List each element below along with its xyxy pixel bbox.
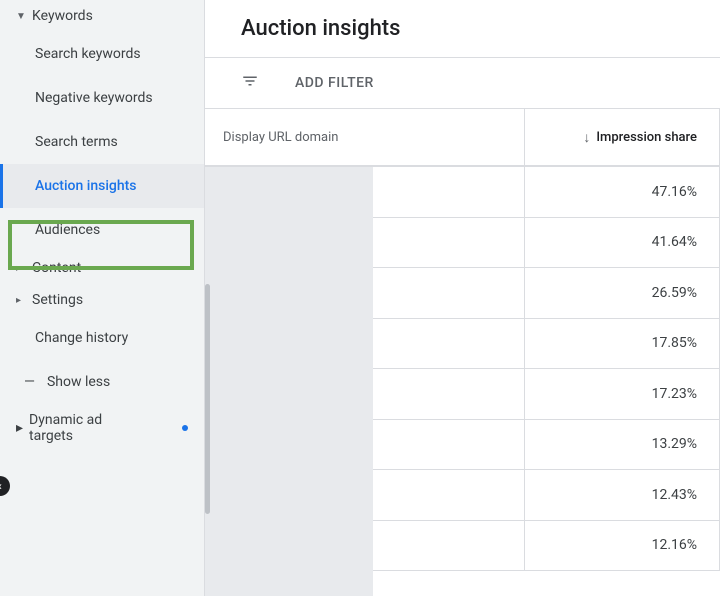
sidebar-item-label: Audiences — [35, 222, 100, 238]
sidebar-item-negative-keywords[interactable]: Negative keywords — [0, 76, 204, 120]
filter-bar: ADD FILTER — [205, 57, 720, 108]
sidebar-item-label: Search keywords — [35, 46, 141, 62]
caret-down-icon: ▼ — [16, 11, 26, 22]
sidebar-show-less-label: Show less — [47, 374, 110, 390]
caret-right-icon: ▸ — [16, 263, 26, 274]
sidebar-group-content[interactable]: ▸ Content — [0, 252, 204, 284]
redacted-domain-block — [205, 167, 373, 596]
page-title: Auction insights — [205, 0, 720, 57]
cell-impression-share: 17.23% — [525, 369, 720, 419]
sidebar: ▼ Keywords Search keywords Negative keyw… — [0, 0, 205, 596]
sidebar-item-label: Change history — [35, 330, 128, 346]
notification-dot-icon — [182, 425, 188, 431]
sidebar-item-search-keywords[interactable]: Search keywords — [0, 32, 204, 76]
chevron-left-icon: ‹ — [0, 479, 2, 493]
cell-impression-share: 12.16% — [525, 521, 720, 571]
filter-icon[interactable] — [241, 72, 259, 94]
table-header: Display URL domain ↓ Impression share — [205, 109, 720, 167]
caret-right-icon: ▸ — [16, 420, 23, 436]
sidebar-group-label: Dynamic ad targets — [29, 412, 139, 444]
sidebar-item-auction-insights[interactable]: Auction insights — [0, 164, 204, 208]
cell-impression-share: 13.29% — [525, 420, 720, 470]
sidebar-group-dynamic-ad-targets[interactable]: ▸ Dynamic ad targets — [0, 404, 204, 452]
sidebar-item-label: Search terms — [35, 134, 118, 150]
sidebar-group-label: Keywords — [32, 8, 93, 24]
cell-impression-share: 26.59% — [525, 268, 720, 318]
sidebar-group-settings[interactable]: ▸ Settings — [0, 284, 204, 316]
table-body: 47.16% 41.64% 26.59% 17.85% 17.23% — [205, 167, 720, 596]
sort-descending-icon: ↓ — [583, 129, 590, 146]
column-header-label: Display URL domain — [223, 130, 338, 145]
sidebar-group-keywords[interactable]: ▼ Keywords — [0, 0, 204, 32]
sidebar-item-label: Auction insights — [35, 178, 136, 194]
main-content: Auction insights ADD FILTER Display URL … — [205, 0, 720, 596]
scrollbar[interactable] — [205, 284, 210, 514]
add-filter-button[interactable]: ADD FILTER — [295, 75, 374, 91]
minus-icon: — — [24, 374, 35, 390]
cell-impression-share: 47.16% — [525, 167, 720, 217]
cell-impression-share: 17.85% — [525, 319, 720, 369]
sidebar-item-label: Negative keywords — [35, 90, 153, 106]
sidebar-group-label: Content — [32, 260, 81, 276]
cell-impression-share: 12.43% — [525, 470, 720, 520]
sidebar-item-audiences[interactable]: Audiences — [0, 208, 204, 252]
collapse-sidebar-button[interactable]: ‹ — [0, 476, 10, 496]
sidebar-show-less[interactable]: — Show less — [0, 360, 204, 404]
cell-impression-share: 41.64% — [525, 218, 720, 268]
caret-right-icon: ▸ — [16, 295, 26, 306]
sidebar-item-change-history[interactable]: Change history — [0, 316, 204, 360]
column-header-label: Impression share — [596, 130, 697, 145]
sidebar-group-label: Settings — [32, 292, 83, 308]
column-header-impression-share[interactable]: ↓ Impression share — [525, 109, 720, 165]
column-header-domain[interactable]: Display URL domain — [205, 109, 525, 165]
auction-insights-table: Display URL domain ↓ Impression share 47… — [205, 108, 720, 596]
sidebar-item-search-terms[interactable]: Search terms — [0, 120, 204, 164]
